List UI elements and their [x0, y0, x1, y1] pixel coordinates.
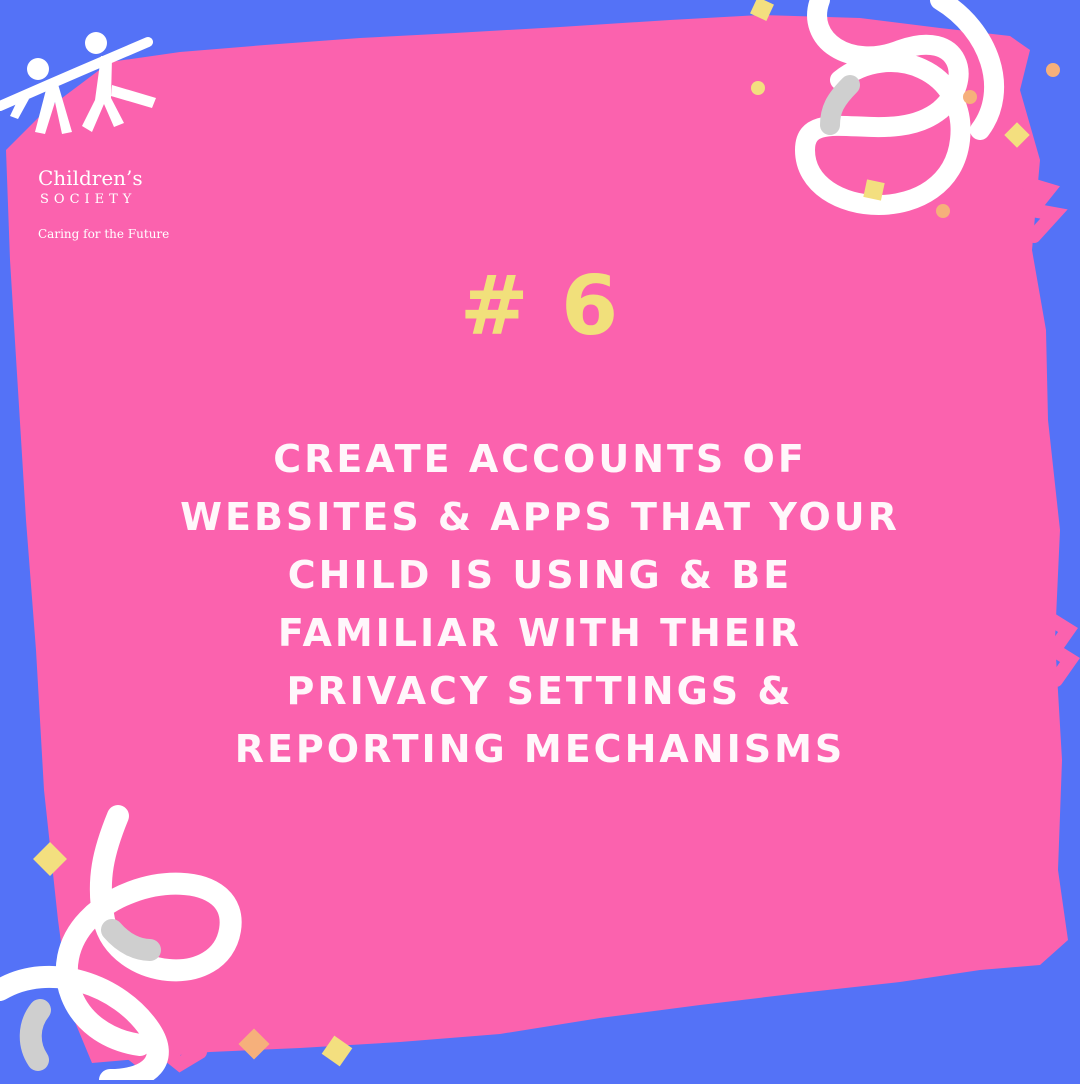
brand-name: Children’s — [38, 166, 143, 190]
poster: Children’s SOCIETY Caring for the Future… — [0, 0, 1080, 1084]
confetti-icon — [1046, 63, 1060, 77]
confetti-icon — [863, 179, 885, 201]
brand-logo: Children’s SOCIETY Caring for the Future — [0, 22, 180, 241]
two-children-holding-hands-icon — [0, 32, 156, 134]
confetti-icon — [751, 81, 765, 95]
confetti-icon — [936, 204, 950, 218]
brand-tagline: Caring for the Future — [38, 227, 170, 241]
confetti-icon — [963, 90, 977, 104]
brand-subname: SOCIETY — [40, 192, 137, 207]
tip-number: # 6 — [459, 259, 621, 354]
tip-message: CREATE ACCOUNTS OF WEBSITES & APPS THAT … — [180, 437, 900, 771]
